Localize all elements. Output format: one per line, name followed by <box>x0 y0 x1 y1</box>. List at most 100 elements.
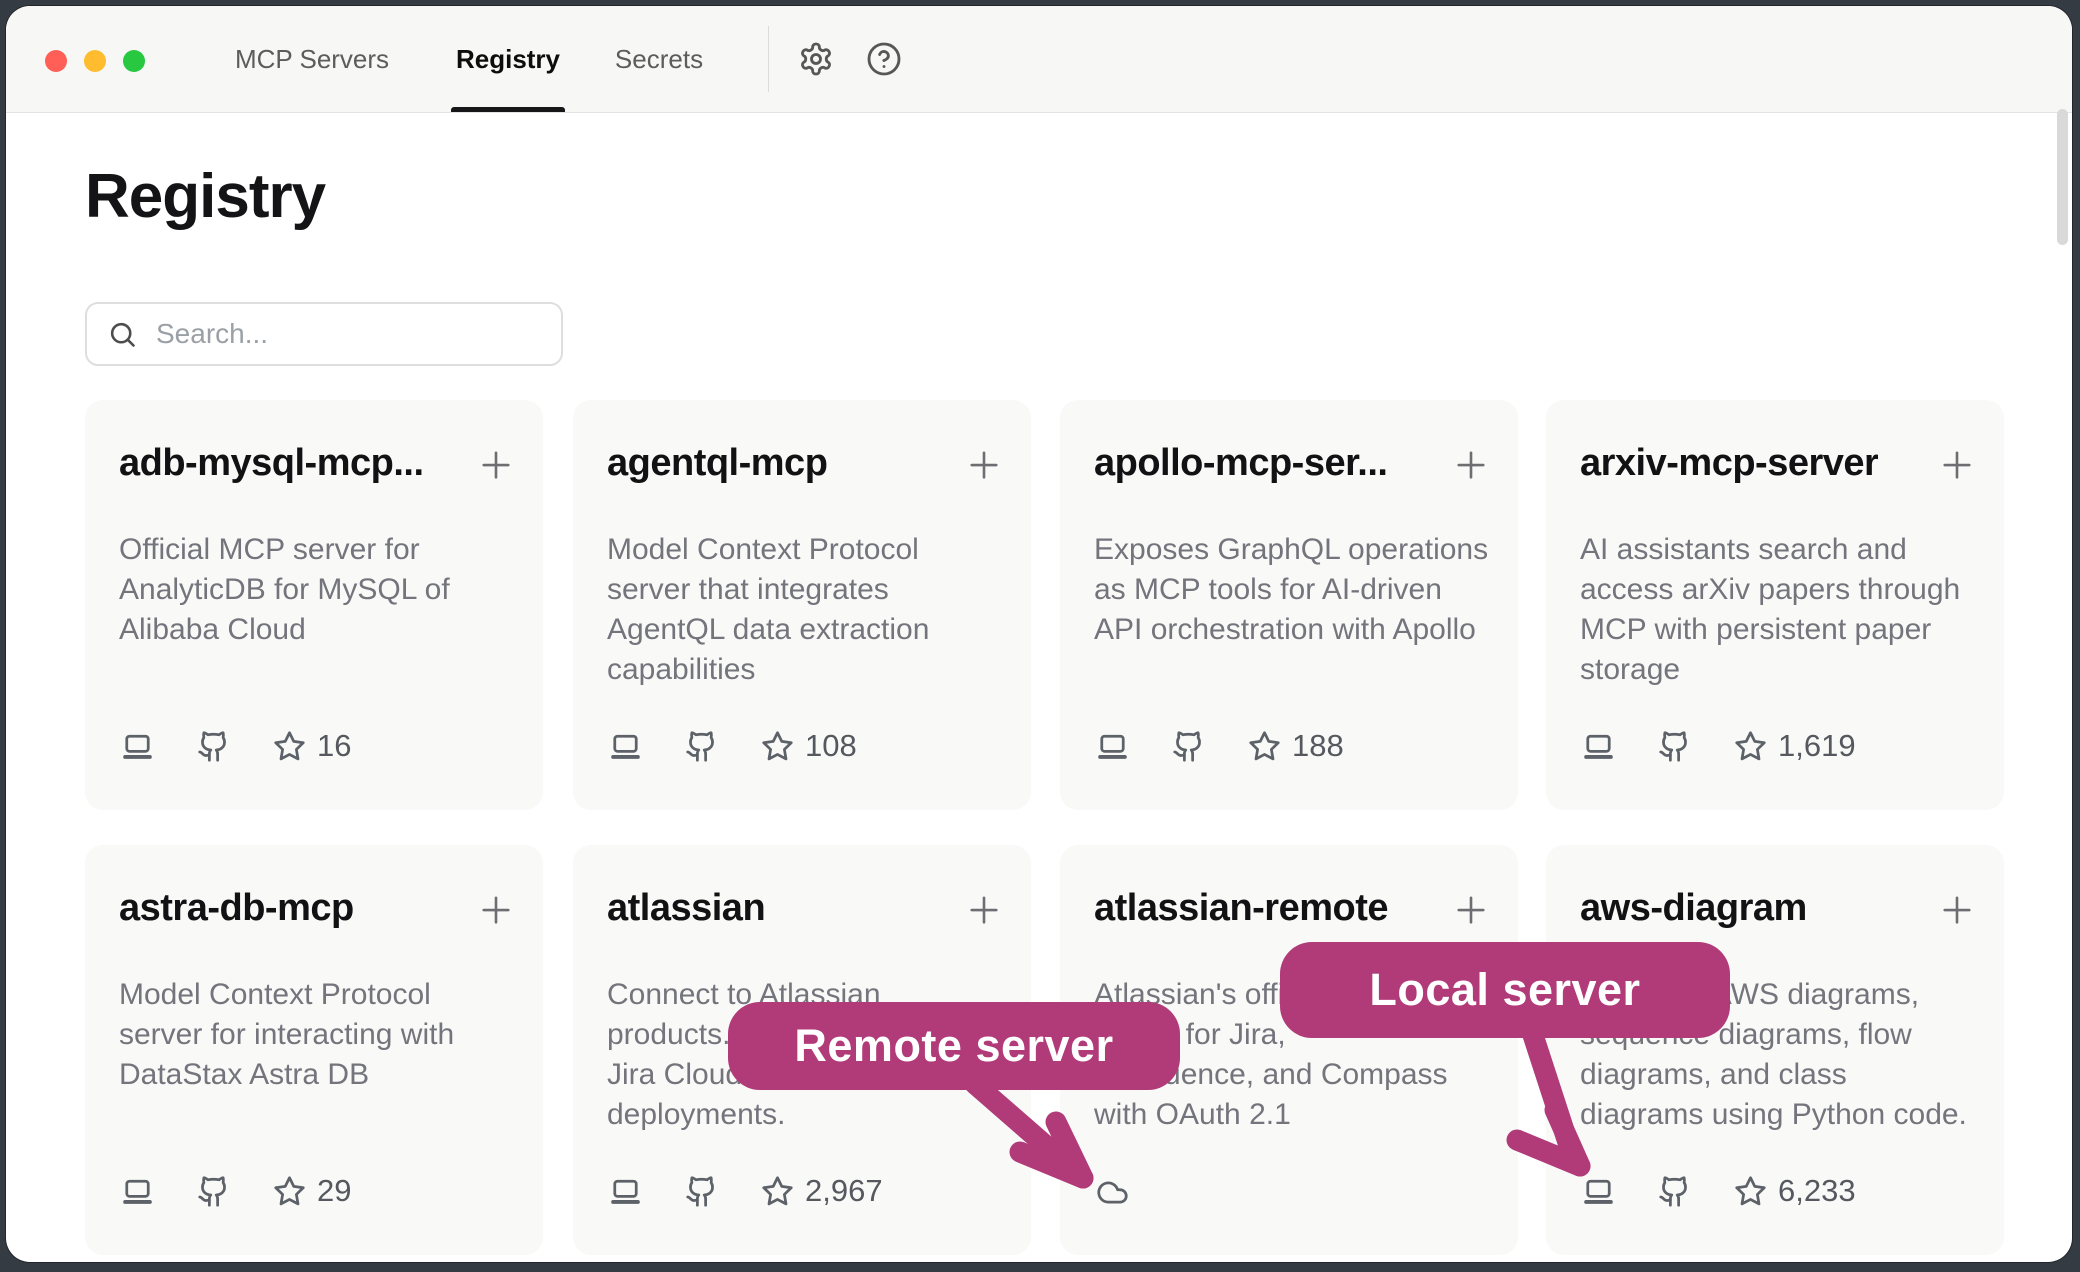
minimize-window-button[interactable] <box>84 50 106 72</box>
server-name: apollo-mcp-ser... <box>1094 442 1387 485</box>
server-card[interactable]: aws-diagram Generate AWS diagrams, sequen… <box>1546 845 2004 1255</box>
add-server-button[interactable] <box>1936 444 1978 486</box>
server-name: agentql-mcp <box>607 442 827 485</box>
star-icon <box>761 730 794 763</box>
card-header-row: aws-diagram <box>1580 887 1978 931</box>
server-name: arxiv-mcp-server <box>1580 442 1878 485</box>
github-icon <box>1658 1175 1691 1208</box>
star-icon <box>273 730 306 763</box>
laptop-icon <box>121 1175 154 1208</box>
card-header-row: atlassian <box>607 887 1005 931</box>
card-header-row: atlassian-remote <box>1094 887 1492 931</box>
star-count: 16 <box>317 728 351 764</box>
plus-icon <box>475 889 517 931</box>
card-header-row: arxiv-mcp-server <box>1580 442 1978 486</box>
github-icon <box>685 730 718 763</box>
server-meta-row <box>1096 1176 1129 1209</box>
add-server-button[interactable] <box>1450 444 1492 486</box>
tab-secrets[interactable]: Secrets <box>615 6 703 112</box>
server-description: Model Context Protocol server that integ… <box>607 530 1011 690</box>
github-icon <box>1658 730 1691 763</box>
page-title: Registry <box>85 161 325 232</box>
server-description: Official MCP server for AnalyticDB for M… <box>119 530 523 650</box>
server-card[interactable]: atlassian Connect to Atlassian products. … <box>573 845 1031 1255</box>
add-server-button[interactable] <box>1936 889 1978 931</box>
card-header-row: apollo-mcp-ser... <box>1094 442 1492 486</box>
github-stars: 29 <box>273 1173 351 1209</box>
server-card[interactable]: astra-db-mcpModel Context Protocol serve… <box>85 845 543 1255</box>
star-icon <box>1734 730 1767 763</box>
laptop-icon <box>609 730 642 763</box>
plus-icon <box>1450 889 1492 931</box>
server-meta-row: 1,619 <box>1582 728 1856 764</box>
server-card[interactable]: adb-mysql-mcp... Official MCP server for … <box>85 400 543 810</box>
help-circle-icon[interactable] <box>854 6 914 112</box>
github-stars: 1,619 <box>1734 728 1856 764</box>
search-box <box>85 302 563 366</box>
add-server-button[interactable] <box>963 889 1005 931</box>
tab-registry[interactable]: Registry <box>456 6 560 112</box>
star-icon <box>1248 730 1281 763</box>
star-count: 29 <box>317 1173 351 1209</box>
search-icon <box>107 319 138 350</box>
star-icon <box>761 1175 794 1208</box>
server-meta-row: 29 <box>121 1173 351 1209</box>
add-server-button[interactable] <box>475 444 517 486</box>
github-icon <box>685 1175 718 1208</box>
star-count: 188 <box>1292 728 1344 764</box>
star-icon <box>1734 1175 1767 1208</box>
github-stars: 16 <box>273 728 351 764</box>
plus-icon <box>475 444 517 486</box>
titlebar: MCP Servers Registry Secrets <box>6 6 2072 113</box>
github-icon <box>197 1175 230 1208</box>
titlebar-divider <box>768 26 769 92</box>
server-description: Connect to Atlassian products. Supports … <box>607 975 1011 1135</box>
plus-icon <box>1450 444 1492 486</box>
server-name: atlassian <box>607 887 765 930</box>
server-meta-row: 108 <box>609 728 857 764</box>
search-input[interactable] <box>154 317 541 351</box>
settings-gear-icon[interactable] <box>786 6 846 112</box>
card-header-row: astra-db-mcp <box>119 887 517 931</box>
star-count: 6,233 <box>1778 1173 1856 1209</box>
star-count: 108 <box>805 728 857 764</box>
server-description: Exposes GraphQL operations as MCP tools … <box>1094 530 1498 650</box>
server-meta-row: 16 <box>121 728 351 764</box>
vertical-scrollbar-thumb[interactable] <box>2057 109 2068 245</box>
github-stars: 2,967 <box>761 1173 883 1209</box>
star-count: 2,967 <box>805 1173 883 1209</box>
github-stars: 108 <box>761 728 857 764</box>
laptop-icon <box>1096 730 1129 763</box>
server-description: Generate AWS diagrams, sequence diagrams… <box>1580 975 1984 1135</box>
server-card[interactable]: agentql-mcp Model Context Protocol server… <box>573 400 1031 810</box>
server-card[interactable]: arxiv-mcp-server AI assistants search and… <box>1546 400 2004 810</box>
github-stars: 6,233 <box>1734 1173 1856 1209</box>
add-server-button[interactable] <box>1450 889 1492 931</box>
server-card[interactable]: apollo-mcp-ser... Exposes GraphQL operati… <box>1060 400 1518 810</box>
server-meta-row: 2,967 <box>609 1173 883 1209</box>
screenshot-root: MCP Servers Registry Secrets Registry ad… <box>0 0 2080 1272</box>
laptop-icon <box>1582 1175 1615 1208</box>
app-window: MCP Servers Registry Secrets Registry ad… <box>6 6 2072 1262</box>
laptop-icon <box>121 730 154 763</box>
zoom-window-button[interactable] <box>123 50 145 72</box>
github-icon <box>1172 730 1205 763</box>
server-card[interactable]: atlassian-remoteAtlassian's official MCP… <box>1060 845 1518 1255</box>
add-server-button[interactable] <box>475 889 517 931</box>
close-window-button[interactable] <box>45 50 67 72</box>
plus-icon <box>963 889 1005 931</box>
add-server-button[interactable] <box>963 444 1005 486</box>
star-icon <box>273 1175 306 1208</box>
server-description: AI assistants search and access arXiv pa… <box>1580 530 1984 690</box>
plus-icon <box>963 444 1005 486</box>
server-meta-row: 6,233 <box>1582 1173 1856 1209</box>
server-meta-row: 188 <box>1096 728 1344 764</box>
server-name: adb-mysql-mcp... <box>119 442 424 485</box>
server-name: aws-diagram <box>1580 887 1807 930</box>
star-count: 1,619 <box>1778 728 1856 764</box>
github-stars: 188 <box>1248 728 1344 764</box>
tab-mcp-servers[interactable]: MCP Servers <box>235 6 389 112</box>
cloud-icon <box>1096 1176 1129 1209</box>
active-tab-indicator <box>451 107 565 112</box>
server-name: atlassian-remote <box>1094 887 1388 930</box>
